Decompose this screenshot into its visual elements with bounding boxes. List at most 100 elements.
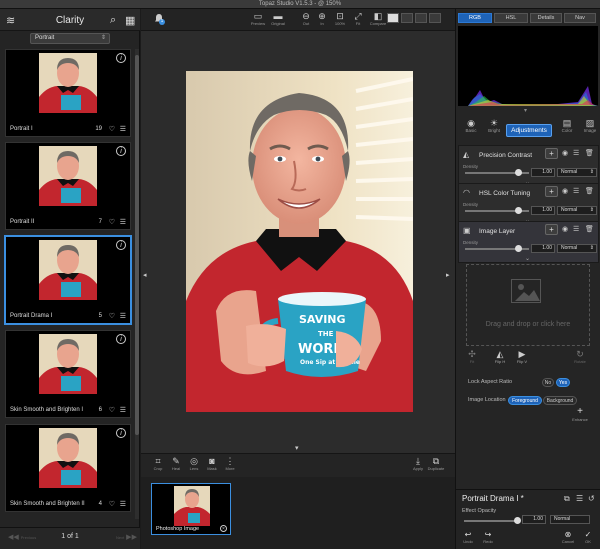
redo-button[interactable]: ↪ Redo bbox=[480, 530, 496, 544]
preset-thumbnail[interactable]: i Portrait II 7 ♡ ☰ bbox=[5, 142, 131, 230]
favorite-heart-icon[interactable]: ♡ bbox=[109, 218, 115, 226]
info-icon[interactable]: i bbox=[116, 53, 126, 63]
basic-category-button[interactable]: ◉ Basic bbox=[461, 118, 481, 133]
slider-knob[interactable] bbox=[515, 169, 522, 176]
cancel-button[interactable]: ⊗ Cancel bbox=[560, 530, 576, 544]
menu-icon[interactable]: ☰ bbox=[576, 494, 583, 503]
menu-icon[interactable]: ☰ bbox=[120, 218, 126, 226]
menu-icon[interactable]: ☰ bbox=[120, 125, 126, 133]
tab-hsl[interactable]: HSL bbox=[494, 13, 528, 23]
presets-scrollbar[interactable] bbox=[135, 49, 139, 519]
adjustment-layer[interactable]: ◭ Precision Contrast + ◉ ☰ 🗑 Density 1.00 Normal… bbox=[458, 145, 599, 187]
visibility-eye-icon[interactable]: ◉ bbox=[562, 187, 568, 195]
slider-knob[interactable] bbox=[515, 207, 522, 214]
preset-thumbnail[interactable]: i Portrait I 19 ♡ ☰ bbox=[5, 49, 131, 137]
image-category-button[interactable]: ▨ Image bbox=[580, 118, 600, 133]
panel-collapse-arrow-icon[interactable]: ▾ bbox=[524, 107, 527, 114]
in-button[interactable]: ⊕ In bbox=[313, 11, 331, 26]
adjustments-button[interactable]: Adjustments bbox=[506, 124, 552, 137]
effect-opacity-value[interactable]: 1.00 bbox=[522, 515, 546, 524]
visibility-eye-icon[interactable]: ◉ bbox=[562, 149, 568, 157]
original-button[interactable]: ▬ Original bbox=[269, 11, 287, 26]
compare-button[interactable]: ◧ Compare bbox=[369, 11, 387, 26]
preset-thumbnail[interactable]: i Skin Smooth and Brighten II 4 ♡ ☰ bbox=[5, 424, 131, 512]
undo-button[interactable]: ↩ Undo bbox=[460, 530, 476, 544]
tab-nav[interactable]: Nav bbox=[564, 13, 596, 23]
favorite-heart-icon[interactable]: ♡ bbox=[109, 500, 115, 508]
density-value[interactable]: 1.00 bbox=[531, 206, 555, 215]
lens-tool-button[interactable]: ◎ Lens bbox=[185, 456, 203, 471]
image-canvas[interactable]: ◂ ▸ ▾ SAVING THE WORLD One Sip at a Time bbox=[141, 31, 455, 453]
preset-thumbnail[interactable]: i Portrait Drama I 5 ♡ ☰ bbox=[5, 236, 131, 324]
menu-icon[interactable]: ☰ bbox=[120, 406, 126, 414]
effect-opacity-slider[interactable] bbox=[464, 517, 521, 524]
effect-blend-select[interactable]: Normal bbox=[550, 515, 590, 524]
side-by-side-button[interactable] bbox=[415, 13, 427, 23]
info-icon[interactable]: i bbox=[116, 334, 126, 344]
ok-button[interactable]: ✓ OK bbox=[580, 530, 596, 544]
lock-aspect-yes[interactable]: Yes bbox=[556, 378, 570, 387]
location-foreground[interactable]: Foreground bbox=[508, 396, 542, 405]
quad-view-button[interactable] bbox=[429, 13, 441, 23]
density-slider[interactable] bbox=[465, 169, 529, 176]
notifications-bell-icon[interactable]: 1 bbox=[153, 13, 165, 25]
visibility-eye-icon[interactable]: ◉ bbox=[562, 225, 568, 233]
collapse-bottom-arrow-icon[interactable]: ▾ bbox=[295, 444, 299, 452]
info-icon[interactable]: i bbox=[116, 146, 126, 156]
mask-tool-button[interactable]: ◙ Mask bbox=[203, 456, 221, 471]
filmstrip-thumbnail[interactable]: Photoshop Image × bbox=[151, 483, 231, 535]
grid-view-icon[interactable]: ▦ bbox=[125, 14, 135, 27]
favorite-heart-icon[interactable]: ♡ bbox=[109, 125, 115, 133]
100-button[interactable]: ⊡ 100% bbox=[331, 11, 349, 26]
slider-knob[interactable] bbox=[514, 517, 521, 524]
expand-chevron-icon[interactable]: ⌄ bbox=[525, 255, 530, 262]
scrollbar-thumb[interactable] bbox=[135, 55, 139, 435]
density-slider[interactable] bbox=[465, 207, 529, 214]
preview-button[interactable]: ▭ Preview bbox=[249, 11, 267, 26]
preset-filter-dropdown[interactable]: Portrait ⇕ bbox=[30, 33, 110, 44]
density-value[interactable]: 1.00 bbox=[531, 168, 555, 177]
fit-button[interactable]: ✣ Fit bbox=[462, 349, 482, 364]
add-mask-button[interactable]: + bbox=[545, 224, 558, 235]
rotate-button[interactable]: ↻ Rotate bbox=[570, 349, 590, 364]
crop-tool-button[interactable]: ⌗ Crop bbox=[149, 456, 167, 471]
search-icon[interactable]: ⌕ bbox=[110, 14, 116, 27]
image-dropzone[interactable]: Drag and drop or click here bbox=[466, 264, 590, 346]
trash-icon[interactable]: 🗑 bbox=[585, 187, 594, 195]
info-icon[interactable]: i bbox=[116, 240, 126, 250]
location-background[interactable]: Background bbox=[543, 396, 577, 405]
fit-button[interactable]: ⤢ Fit bbox=[349, 11, 367, 26]
menu-icon[interactable]: ☰ bbox=[573, 149, 579, 157]
split-view-button[interactable] bbox=[401, 13, 413, 23]
density-value[interactable]: 1.00 bbox=[531, 244, 555, 253]
flip-h-button[interactable]: ◭ Flip H bbox=[490, 349, 510, 364]
add-mask-button[interactable]: + bbox=[545, 148, 558, 159]
single-view-button[interactable] bbox=[387, 13, 399, 23]
color-category-button[interactable]: ▤ Color bbox=[557, 118, 577, 133]
tab-details[interactable]: Details bbox=[530, 13, 562, 23]
adjustment-layer[interactable]: ▣ Image Layer + ◉ ☰ 🗑 Density 1.00 Normal ⇕ ⌄ bbox=[458, 221, 599, 263]
info-icon[interactable]: i bbox=[116, 428, 126, 438]
slider-knob[interactable] bbox=[515, 245, 522, 252]
bright-category-button[interactable]: ☀ Bright bbox=[484, 118, 504, 133]
collapse-right-arrow-icon[interactable]: ▸ bbox=[446, 271, 450, 279]
duplicate-button[interactable]: ⧉ Duplicate bbox=[427, 456, 445, 471]
menu-icon[interactable]: ☰ bbox=[120, 312, 126, 320]
trash-icon[interactable]: 🗑 bbox=[585, 225, 594, 233]
preset-thumbnail[interactable]: i Skin Smooth and Brighten I 6 ♡ ☰ bbox=[5, 330, 131, 418]
blend-mode-select[interactable]: Normal ⇕ bbox=[557, 206, 597, 215]
apply-button[interactable]: ⤓ Apply bbox=[409, 456, 427, 471]
favorite-heart-icon[interactable]: ♡ bbox=[109, 406, 115, 414]
menu-icon[interactable]: ☰ bbox=[573, 225, 579, 233]
enhance-button[interactable]: + Enhance bbox=[570, 407, 590, 423]
reset-icon[interactable]: ↺ bbox=[588, 494, 595, 503]
next-page-button[interactable]: Next ▶▶ bbox=[116, 533, 137, 541]
more-tool-button[interactable]: ⋮ More bbox=[221, 456, 239, 471]
menu-icon[interactable]: ☰ bbox=[120, 500, 126, 508]
menu-icon[interactable]: ☰ bbox=[573, 187, 579, 195]
blend-mode-select[interactable]: Normal ⇕ bbox=[557, 244, 597, 253]
heal-tool-button[interactable]: ✎ Heal bbox=[167, 456, 185, 471]
blend-mode-select[interactable]: Normal ⇕ bbox=[557, 168, 597, 177]
add-mask-button[interactable]: + bbox=[545, 186, 558, 197]
trash-icon[interactable]: 🗑 bbox=[585, 149, 594, 157]
